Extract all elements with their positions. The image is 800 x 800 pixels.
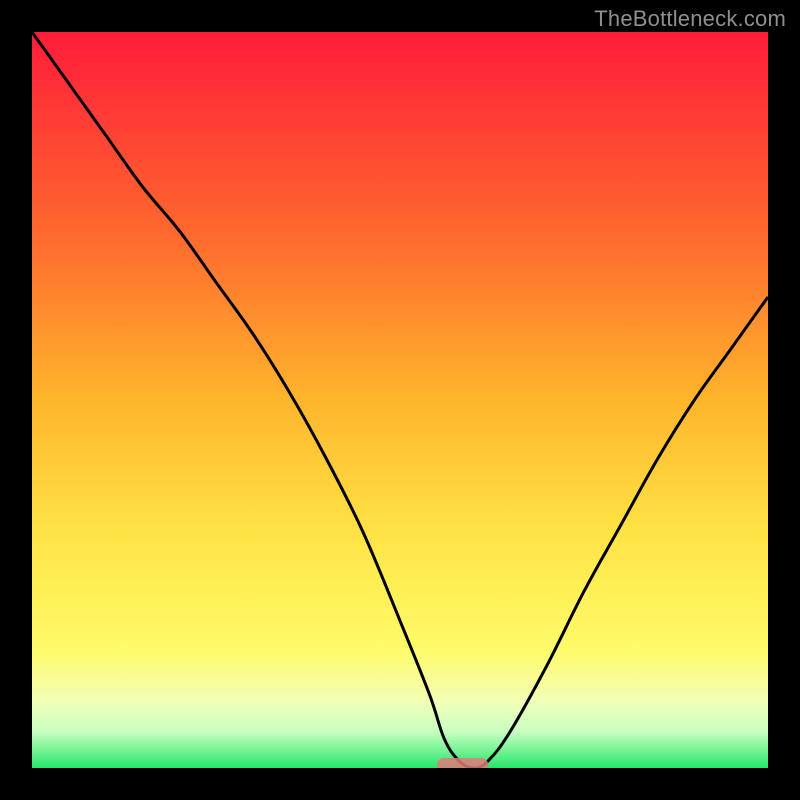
plot-area <box>32 32 768 768</box>
optimal-region-marker <box>437 758 489 768</box>
chart-frame: TheBottleneck.com <box>0 0 800 800</box>
attribution-text: TheBottleneck.com <box>594 6 786 32</box>
gradient-background <box>32 32 768 768</box>
chart-svg <box>32 32 768 768</box>
